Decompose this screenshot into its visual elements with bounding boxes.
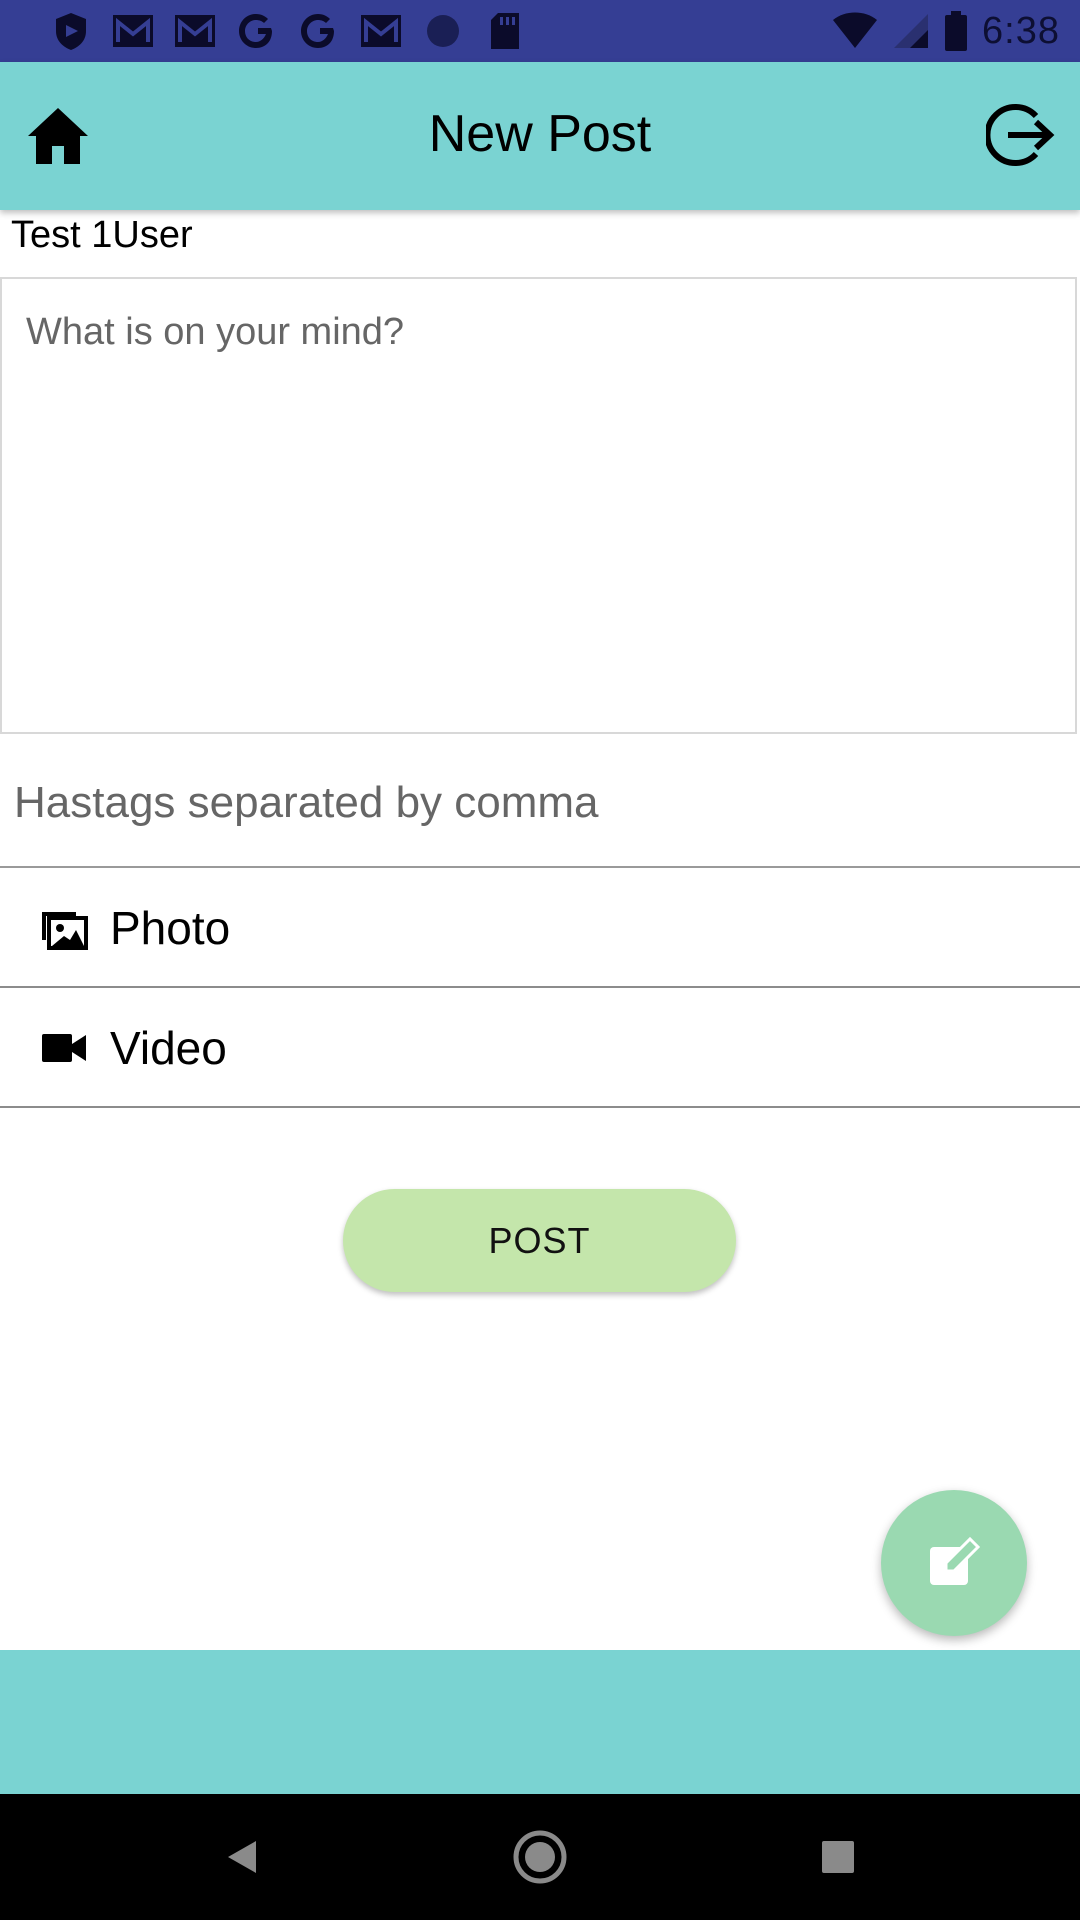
google-icon xyxy=(298,10,340,52)
compose-fab[interactable] xyxy=(881,1490,1027,1636)
sd-card-icon xyxy=(484,10,526,52)
username-label: Test 1User xyxy=(11,214,193,256)
photo-label: Photo xyxy=(110,902,231,954)
gmail-icon xyxy=(360,10,402,52)
images-icon xyxy=(42,912,88,950)
home-circle-icon[interactable] xyxy=(510,1827,570,1887)
system-status: 6:38 xyxy=(832,8,1060,54)
notification-icons xyxy=(50,10,526,52)
hashtags-input[interactable] xyxy=(0,740,1080,868)
edit-icon xyxy=(930,1536,981,1585)
circle-icon xyxy=(422,10,464,52)
recents-icon[interactable] xyxy=(808,1827,868,1887)
battery-icon xyxy=(945,11,968,51)
status-bar: 6:38 xyxy=(0,0,1080,62)
post-text-input[interactable] xyxy=(0,277,1077,734)
back-icon[interactable] xyxy=(212,1827,272,1887)
shield-icon xyxy=(50,10,92,52)
video-label: Video xyxy=(110,1022,227,1074)
system-nav-bar xyxy=(0,1794,1080,1920)
bottom-bar xyxy=(0,1650,1080,1794)
clock: 6:38 xyxy=(982,9,1060,52)
app-bar: New Post xyxy=(0,62,1080,210)
logout-icon[interactable] xyxy=(984,100,1056,170)
page-title: New Post xyxy=(428,105,652,163)
video-camera-icon xyxy=(42,1034,86,1062)
gmail-icon xyxy=(174,10,216,52)
post-button[interactable]: POST xyxy=(343,1189,736,1292)
signal-icon xyxy=(894,14,929,48)
photo-button[interactable]: Photo xyxy=(0,870,1080,988)
google-icon xyxy=(236,10,278,52)
video-button[interactable]: Video xyxy=(0,990,1080,1108)
wifi-icon xyxy=(833,12,878,48)
gmail-icon xyxy=(112,10,154,52)
